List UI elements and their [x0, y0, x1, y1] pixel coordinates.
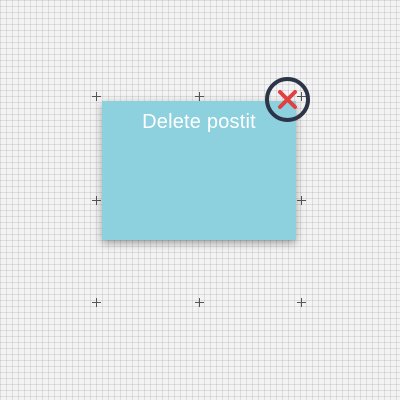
grid-marker [297, 298, 306, 307]
postit-label: Delete postit [142, 111, 256, 133]
grid-marker [92, 298, 101, 307]
close-icon [278, 90, 297, 109]
delete-postit-button[interactable] [265, 77, 310, 122]
grid-marker [195, 92, 204, 101]
grid-marker [195, 298, 204, 307]
grid-marker [92, 196, 101, 205]
grid-marker [297, 196, 306, 205]
grid-marker [92, 92, 101, 101]
postit-note[interactable]: Delete postit [102, 101, 296, 240]
grid-canvas: Delete postit [0, 0, 400, 400]
